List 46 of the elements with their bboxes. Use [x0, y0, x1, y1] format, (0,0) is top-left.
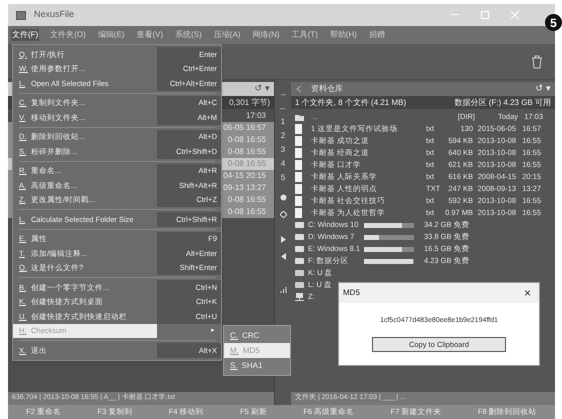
bookmark-button[interactable]: 1 [280, 116, 286, 128]
menu-item[interactable]: 查看(V) [135, 29, 164, 41]
menu-item[interactable]: 帮助(H) [328, 29, 358, 41]
menu-item[interactable]: 文件夹(O) [49, 29, 87, 41]
window-title: NexusFile [34, 8, 74, 22]
table-cell: 09-13 13:27 [223, 182, 266, 194]
folder-icon [295, 114, 304, 120]
menu-item[interactable]: 编辑(E) [96, 29, 126, 41]
menu-item[interactable]: 捐赠 [368, 29, 386, 41]
dialog-title: MD5 [343, 287, 360, 299]
menu-item[interactable]: 文件(F) [11, 29, 40, 41]
menu-item[interactable]: 网络(N) [251, 29, 281, 41]
network-drive-icon [295, 293, 304, 301]
menu-item[interactable]: 压缩(A) [212, 29, 242, 41]
refresh-dropdown-button[interactable]: ↺ ▾ [254, 82, 270, 96]
right-triangle-icon[interactable] [280, 236, 286, 243]
free-space-text: 数据分区 (F:) 4.23 GB 可用 [454, 96, 551, 108]
bookmark-button[interactable]: 5 [280, 172, 286, 184]
table-cell: 0-08 16:55 [228, 134, 266, 146]
bookmark-button[interactable]: 3 [280, 144, 286, 156]
table-cell: 0-08 16:55 [228, 206, 266, 218]
folder-summary: 0,301 字节) [229, 96, 270, 108]
menu-item[interactable]: 工具(T) [290, 29, 319, 41]
left-triangle-icon[interactable] [280, 253, 286, 260]
bars-icon[interactable] [280, 286, 286, 293]
bookmark-button[interactable]: 4 [280, 158, 286, 170]
table-cell: 0-08 16:55 [228, 194, 266, 206]
trash-icon[interactable] [531, 54, 543, 68]
menu-item[interactable]: 系统(S) [174, 29, 203, 41]
table-cell: 04-15 20:15 [223, 170, 266, 182]
diamond-icon[interactable] [280, 211, 286, 218]
app-icon [16, 10, 26, 20]
table-cell: 17:03 [246, 110, 266, 122]
arrow-button[interactable]: → [279, 88, 287, 100]
close-button[interactable]: × [524, 284, 535, 302]
callout-badge: 5 [545, 14, 562, 31]
table-cell: 0-08 16:55 [228, 158, 266, 170]
menu-item[interactable]: S. SHA1 [224, 358, 290, 373]
refresh-dropdown-button[interactable]: ↺ ▾ [535, 82, 551, 96]
table-cell: 0-08 16:55 [228, 146, 266, 158]
arrow-button[interactable]: ← [279, 102, 287, 114]
menu-item[interactable]: C. CRC [224, 328, 290, 343]
table-cell: 06-05 16:57 [223, 122, 266, 134]
breadcrumb-item[interactable]: 资料仓库 [311, 83, 343, 95]
folder-summary: 1 个文件夹, 8 个文件 (4.21 MB) [295, 96, 406, 108]
bookmark-button[interactable]: 2 [280, 130, 286, 142]
